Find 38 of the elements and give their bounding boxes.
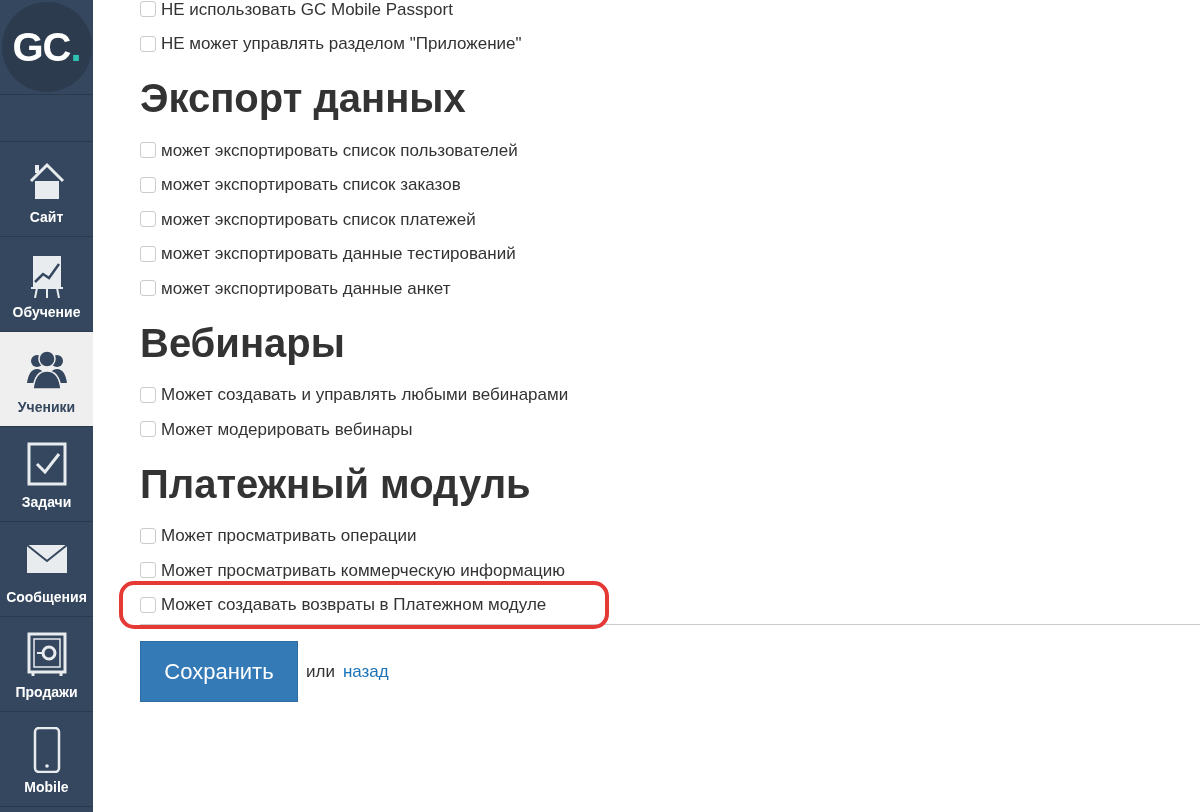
checkbox[interactable]	[140, 176, 156, 193]
checkbox[interactable]	[140, 211, 156, 228]
checkbox-label[interactable]: Может просматривать операции	[161, 523, 417, 549]
checkbox-label[interactable]: Может модерировать вебинары	[161, 416, 413, 442]
sidebar-item[interactable]: Сообщения	[0, 522, 93, 617]
save-button[interactable]: Сохранить	[140, 641, 298, 702]
checkbox-label[interactable]: Может просматривать коммерческую информацию	[161, 557, 566, 583]
checkbox[interactable]	[140, 421, 156, 438]
section-heading: Экспорт данных	[140, 76, 467, 120]
sidebar-item[interactable]: Обучение	[0, 237, 93, 332]
checkbox-label[interactable]: Может создавать возвраты в Платежном модуле	[161, 592, 547, 618]
checkbox[interactable]	[140, 527, 156, 544]
section-heading: Платежный модуль	[140, 461, 532, 506]
sidebar-item[interactable]: Сайт	[0, 142, 93, 237]
checkbox-label[interactable]: может экспортировать данные тестирований	[161, 241, 516, 267]
or-text: или	[306, 660, 335, 683]
section-heading: Вебинары	[140, 320, 346, 365]
checkbox-label[interactable]: может экспортировать данные анкет	[161, 275, 451, 301]
checkbox[interactable]	[140, 562, 156, 579]
checkbox[interactable]	[140, 280, 156, 297]
sidebar-item[interactable]: Продажи	[0, 617, 93, 712]
checkbox-label[interactable]: Может создавать и управлять любыми вебинарами	[161, 382, 569, 408]
checkbox-label[interactable]: может экспортировать список заказов	[161, 172, 461, 198]
checkbox[interactable]	[140, 35, 156, 52]
checkbox[interactable]	[140, 386, 156, 403]
checkbox[interactable]	[140, 245, 156, 262]
checkbox-label[interactable]: может экспортировать список пользователей	[161, 137, 518, 163]
checkbox[interactable]	[140, 142, 156, 159]
sidebar-item[interactable]: Mobile	[0, 712, 93, 807]
checkbox-label[interactable]: может экспортировать список платежей	[161, 206, 476, 232]
sidebar-item[interactable]: Задачи	[0, 427, 93, 522]
sidebar-item[interactable]: Ученики	[0, 332, 93, 427]
checkbox[interactable]	[140, 1, 156, 18]
checkbox-label[interactable]: НЕ использовать GC Mobile Passport	[161, 0, 453, 22]
checkbox[interactable]	[140, 596, 156, 613]
checkbox-label[interactable]: НЕ может управлять разделом "Приложение"	[161, 31, 522, 57]
logo[interactable]: GC.	[1, 2, 92, 92]
back-link[interactable]: назад	[342, 658, 389, 685]
